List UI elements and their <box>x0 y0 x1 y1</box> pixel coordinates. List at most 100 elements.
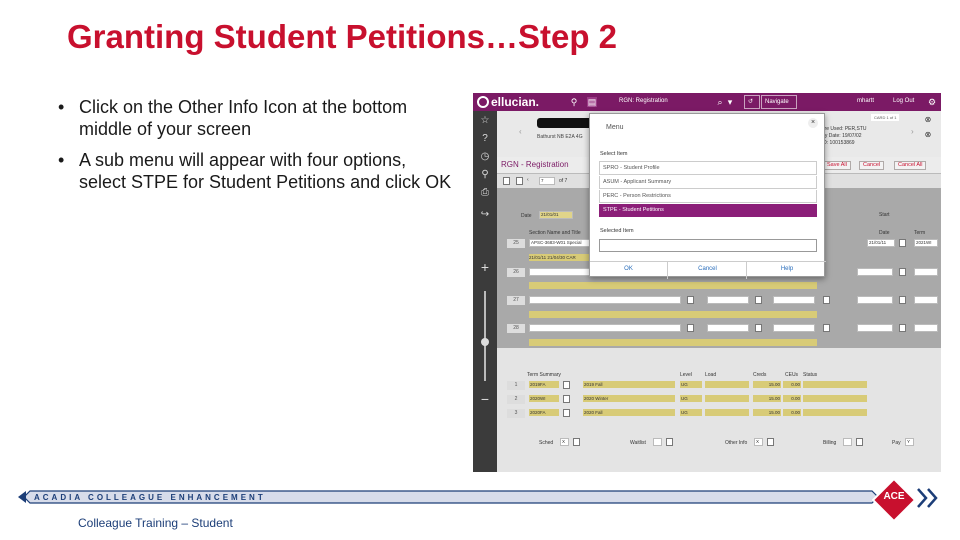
term-code-cell[interactable]: 2019FA <box>529 381 559 388</box>
prev-record-icon[interactable]: ‹ <box>519 127 522 136</box>
meeting-row: 21/01/11 21/04/30 CAR <box>529 254 591 261</box>
term-desc-cell: 2019 Fall <box>583 381 675 388</box>
creds-cell: 15.00 <box>753 409 781 416</box>
search-icon[interactable]: ⌕ <box>715 97 725 107</box>
meeting-row <box>529 311 817 318</box>
date-label: Date <box>521 213 532 219</box>
menu-option-stpe[interactable]: STPE - Student Petitions <box>599 204 817 217</box>
section-cell[interactable] <box>529 296 681 304</box>
user-icon[interactable]: ⚲ <box>479 169 491 181</box>
settings-gear-icon[interactable]: ⚙ <box>927 97 937 107</box>
detail-icon[interactable] <box>899 239 906 247</box>
bullet-icon: • <box>58 97 65 117</box>
other-info-field[interactable]: X <box>754 438 763 446</box>
section-cell[interactable] <box>529 324 681 332</box>
zoom-out-icon[interactable]: − <box>479 392 491 406</box>
next-record-icon[interactable]: › <box>911 127 914 136</box>
start-date-cell[interactable] <box>857 268 893 276</box>
field-cell[interactable] <box>707 296 749 304</box>
document-icon[interactable]: ▤ <box>587 97 597 107</box>
start-date-cell[interactable] <box>857 324 893 332</box>
footer-brand: ACADIA COLLEAGUE ENHANCEMENT <box>34 493 266 502</box>
detail-icon[interactable] <box>687 324 694 332</box>
term-cell[interactable] <box>914 296 938 304</box>
chevron-down-icon[interactable]: ▾ <box>725 97 735 107</box>
waitlist-field[interactable] <box>653 438 662 446</box>
cancel-all-button[interactable]: Cancel All <box>894 161 927 170</box>
other-info-icon[interactable] <box>767 438 774 446</box>
print-icon[interactable]: ⎙ <box>479 187 491 199</box>
user-icon[interactable]: ⚲ <box>569 97 579 107</box>
cancel-button[interactable]: Cancel <box>859 161 885 170</box>
detail-icon[interactable] <box>755 324 762 332</box>
meeting-row <box>529 339 817 346</box>
menu-option-asum[interactable]: ASUM - Applicant Summary <box>599 176 817 189</box>
detail-icon[interactable] <box>563 395 570 403</box>
left-toolbar: ☆ ? ◷ ⚲ ⎙ ↪ + − <box>473 111 497 472</box>
doc-icon[interactable] <box>503 177 510 185</box>
zoom-slider-handle[interactable] <box>481 338 489 346</box>
instruction-list: • Click on the Other Info Icon at the bot… <box>58 96 458 202</box>
field-cell[interactable] <box>707 324 749 332</box>
prev-page-icon[interactable]: ‹ <box>527 177 529 183</box>
form-code: RGN: Registration <box>619 98 668 104</box>
cancel-button[interactable]: Cancel <box>669 262 747 279</box>
first-page-icon[interactable] <box>516 177 523 185</box>
ok-button[interactable]: OK <box>590 262 668 279</box>
zoom-in-icon[interactable]: + <box>479 260 491 274</box>
help-button[interactable]: Help <box>748 262 826 279</box>
selected-item-input[interactable] <box>599 239 817 252</box>
start-date-cell[interactable] <box>857 296 893 304</box>
section-cell[interactable] <box>529 268 591 276</box>
page-input[interactable]: 7 <box>539 177 555 185</box>
term-summary-header: Term Summary <box>527 372 561 378</box>
sched-field[interactable]: X <box>560 438 569 446</box>
term-cell[interactable] <box>914 324 938 332</box>
term-cell[interactable]: 2021WI <box>914 239 938 247</box>
term-cell[interactable] <box>914 268 938 276</box>
detail-icon[interactable] <box>687 296 694 304</box>
detail-icon[interactable] <box>899 268 906 276</box>
menu-option-perc[interactable]: PERC - Person Restrictions <box>599 190 817 203</box>
start-date-cell[interactable]: 21/01/11 <box>867 239 895 247</box>
detail-icon[interactable] <box>823 324 830 332</box>
detail-icon[interactable] <box>573 438 580 446</box>
star-icon[interactable]: ☆ <box>479 115 491 127</box>
detail-icon[interactable] <box>823 296 830 304</box>
date-field[interactable]: 21/01/01 <box>539 211 573 219</box>
close-all-icon[interactable]: ⊗ <box>922 129 934 141</box>
history-icon[interactable]: ↺ <box>744 95 760 109</box>
detail-icon[interactable] <box>666 438 673 446</box>
detail-icon[interactable] <box>755 296 762 304</box>
close-icon[interactable]: × <box>808 118 818 128</box>
detail-icon[interactable] <box>563 409 570 417</box>
detail-icon[interactable] <box>899 296 906 304</box>
logout-link[interactable]: Log Out <box>893 98 914 104</box>
menu-option-spro[interactable]: SPRO - Student Profile <box>599 162 817 175</box>
field-cell[interactable] <box>773 324 815 332</box>
pay-field[interactable]: Y <box>905 438 914 446</box>
username[interactable]: mhartt <box>857 98 874 104</box>
ceus-cell: 0.00 <box>783 395 801 402</box>
term-code-cell[interactable]: 2020FA <box>529 409 559 416</box>
pay-label: Pay <box>892 440 901 446</box>
section-cell[interactable]: APSC-3683-W01 Special <box>529 239 591 247</box>
zoom-slider-track[interactable] <box>484 291 486 381</box>
creds-header: Creds <box>753 372 767 378</box>
term-desc-cell: 2020 Fall <box>583 409 675 416</box>
close-icon[interactable]: ⊗ <box>922 114 934 126</box>
term-code-cell[interactable]: 2020WI <box>529 395 559 402</box>
billing-field[interactable] <box>843 438 852 446</box>
status-cell <box>803 395 867 402</box>
detail-icon[interactable] <box>563 381 570 389</box>
detail-icon[interactable] <box>899 324 906 332</box>
clock-icon[interactable]: ◷ <box>479 151 491 163</box>
slide-title: Granting Student Petitions…Step 2 <box>67 18 618 55</box>
save-all-button[interactable]: Save All <box>823 161 851 170</box>
share-icon[interactable]: ↪ <box>479 209 491 221</box>
detail-icon[interactable] <box>856 438 863 446</box>
help-icon[interactable]: ? <box>479 133 491 145</box>
field-cell[interactable] <box>773 296 815 304</box>
navigate-button[interactable]: Navigate <box>761 95 797 109</box>
bullet-icon: • <box>58 150 65 170</box>
